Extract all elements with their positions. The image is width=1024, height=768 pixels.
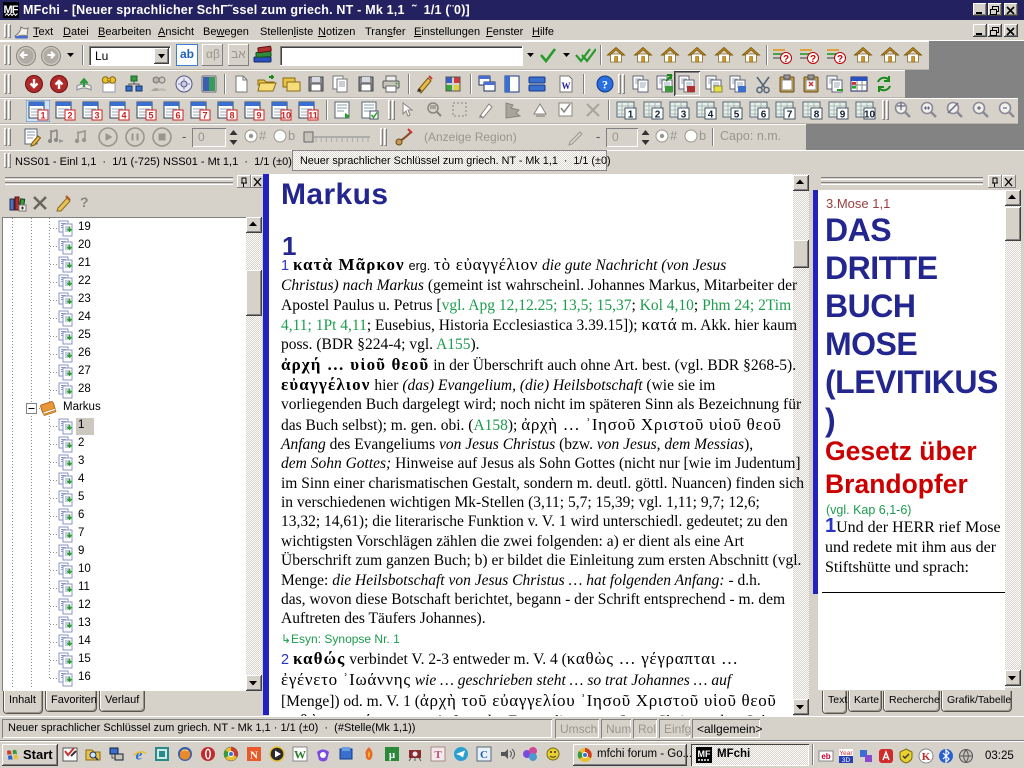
svg-text:eb: eb bbox=[821, 752, 830, 761]
svg-text:1: 1 bbox=[40, 111, 45, 121]
svg-text:11: 11 bbox=[308, 111, 318, 121]
svg-text:10: 10 bbox=[281, 111, 291, 121]
svg-text:5: 5 bbox=[148, 111, 153, 121]
svg-text:3: 3 bbox=[94, 111, 99, 121]
svg-text:?: ? bbox=[810, 54, 816, 65]
svg-text:μ: μ bbox=[389, 749, 396, 761]
svg-text:2: 2 bbox=[654, 110, 660, 121]
svg-text:9: 9 bbox=[840, 110, 846, 121]
svg-text:?: ? bbox=[602, 78, 608, 92]
svg-text:W: W bbox=[562, 81, 571, 91]
svg-text:1: 1 bbox=[628, 110, 634, 121]
svg-text:4: 4 bbox=[121, 111, 126, 121]
svg-text:W: W bbox=[294, 748, 306, 762]
svg-text:?: ? bbox=[783, 54, 789, 65]
svg-text:5: 5 bbox=[734, 110, 740, 121]
svg-text:8: 8 bbox=[813, 110, 819, 121]
svg-text:MF: MF bbox=[698, 749, 711, 759]
svg-text:10: 10 bbox=[863, 110, 875, 121]
svg-text:3: 3 bbox=[681, 110, 687, 121]
svg-text:7: 7 bbox=[787, 110, 793, 121]
svg-text:K: K bbox=[922, 751, 931, 763]
svg-text:4: 4 bbox=[707, 110, 713, 121]
svg-text:8: 8 bbox=[229, 111, 234, 121]
svg-text:?: ? bbox=[837, 54, 843, 65]
svg-text:3D: 3D bbox=[842, 757, 851, 764]
svg-text:6: 6 bbox=[760, 110, 766, 121]
svg-text:e: e bbox=[136, 748, 143, 764]
svg-text:C: C bbox=[480, 749, 488, 761]
svg-text:7: 7 bbox=[202, 111, 207, 121]
svg-text:T: T bbox=[434, 749, 442, 761]
svg-text:9: 9 bbox=[256, 111, 261, 121]
svg-text:6: 6 bbox=[175, 111, 180, 121]
svg-text:2: 2 bbox=[67, 111, 72, 121]
svg-text:N: N bbox=[250, 750, 258, 762]
svg-text:Year: Year bbox=[839, 750, 853, 757]
